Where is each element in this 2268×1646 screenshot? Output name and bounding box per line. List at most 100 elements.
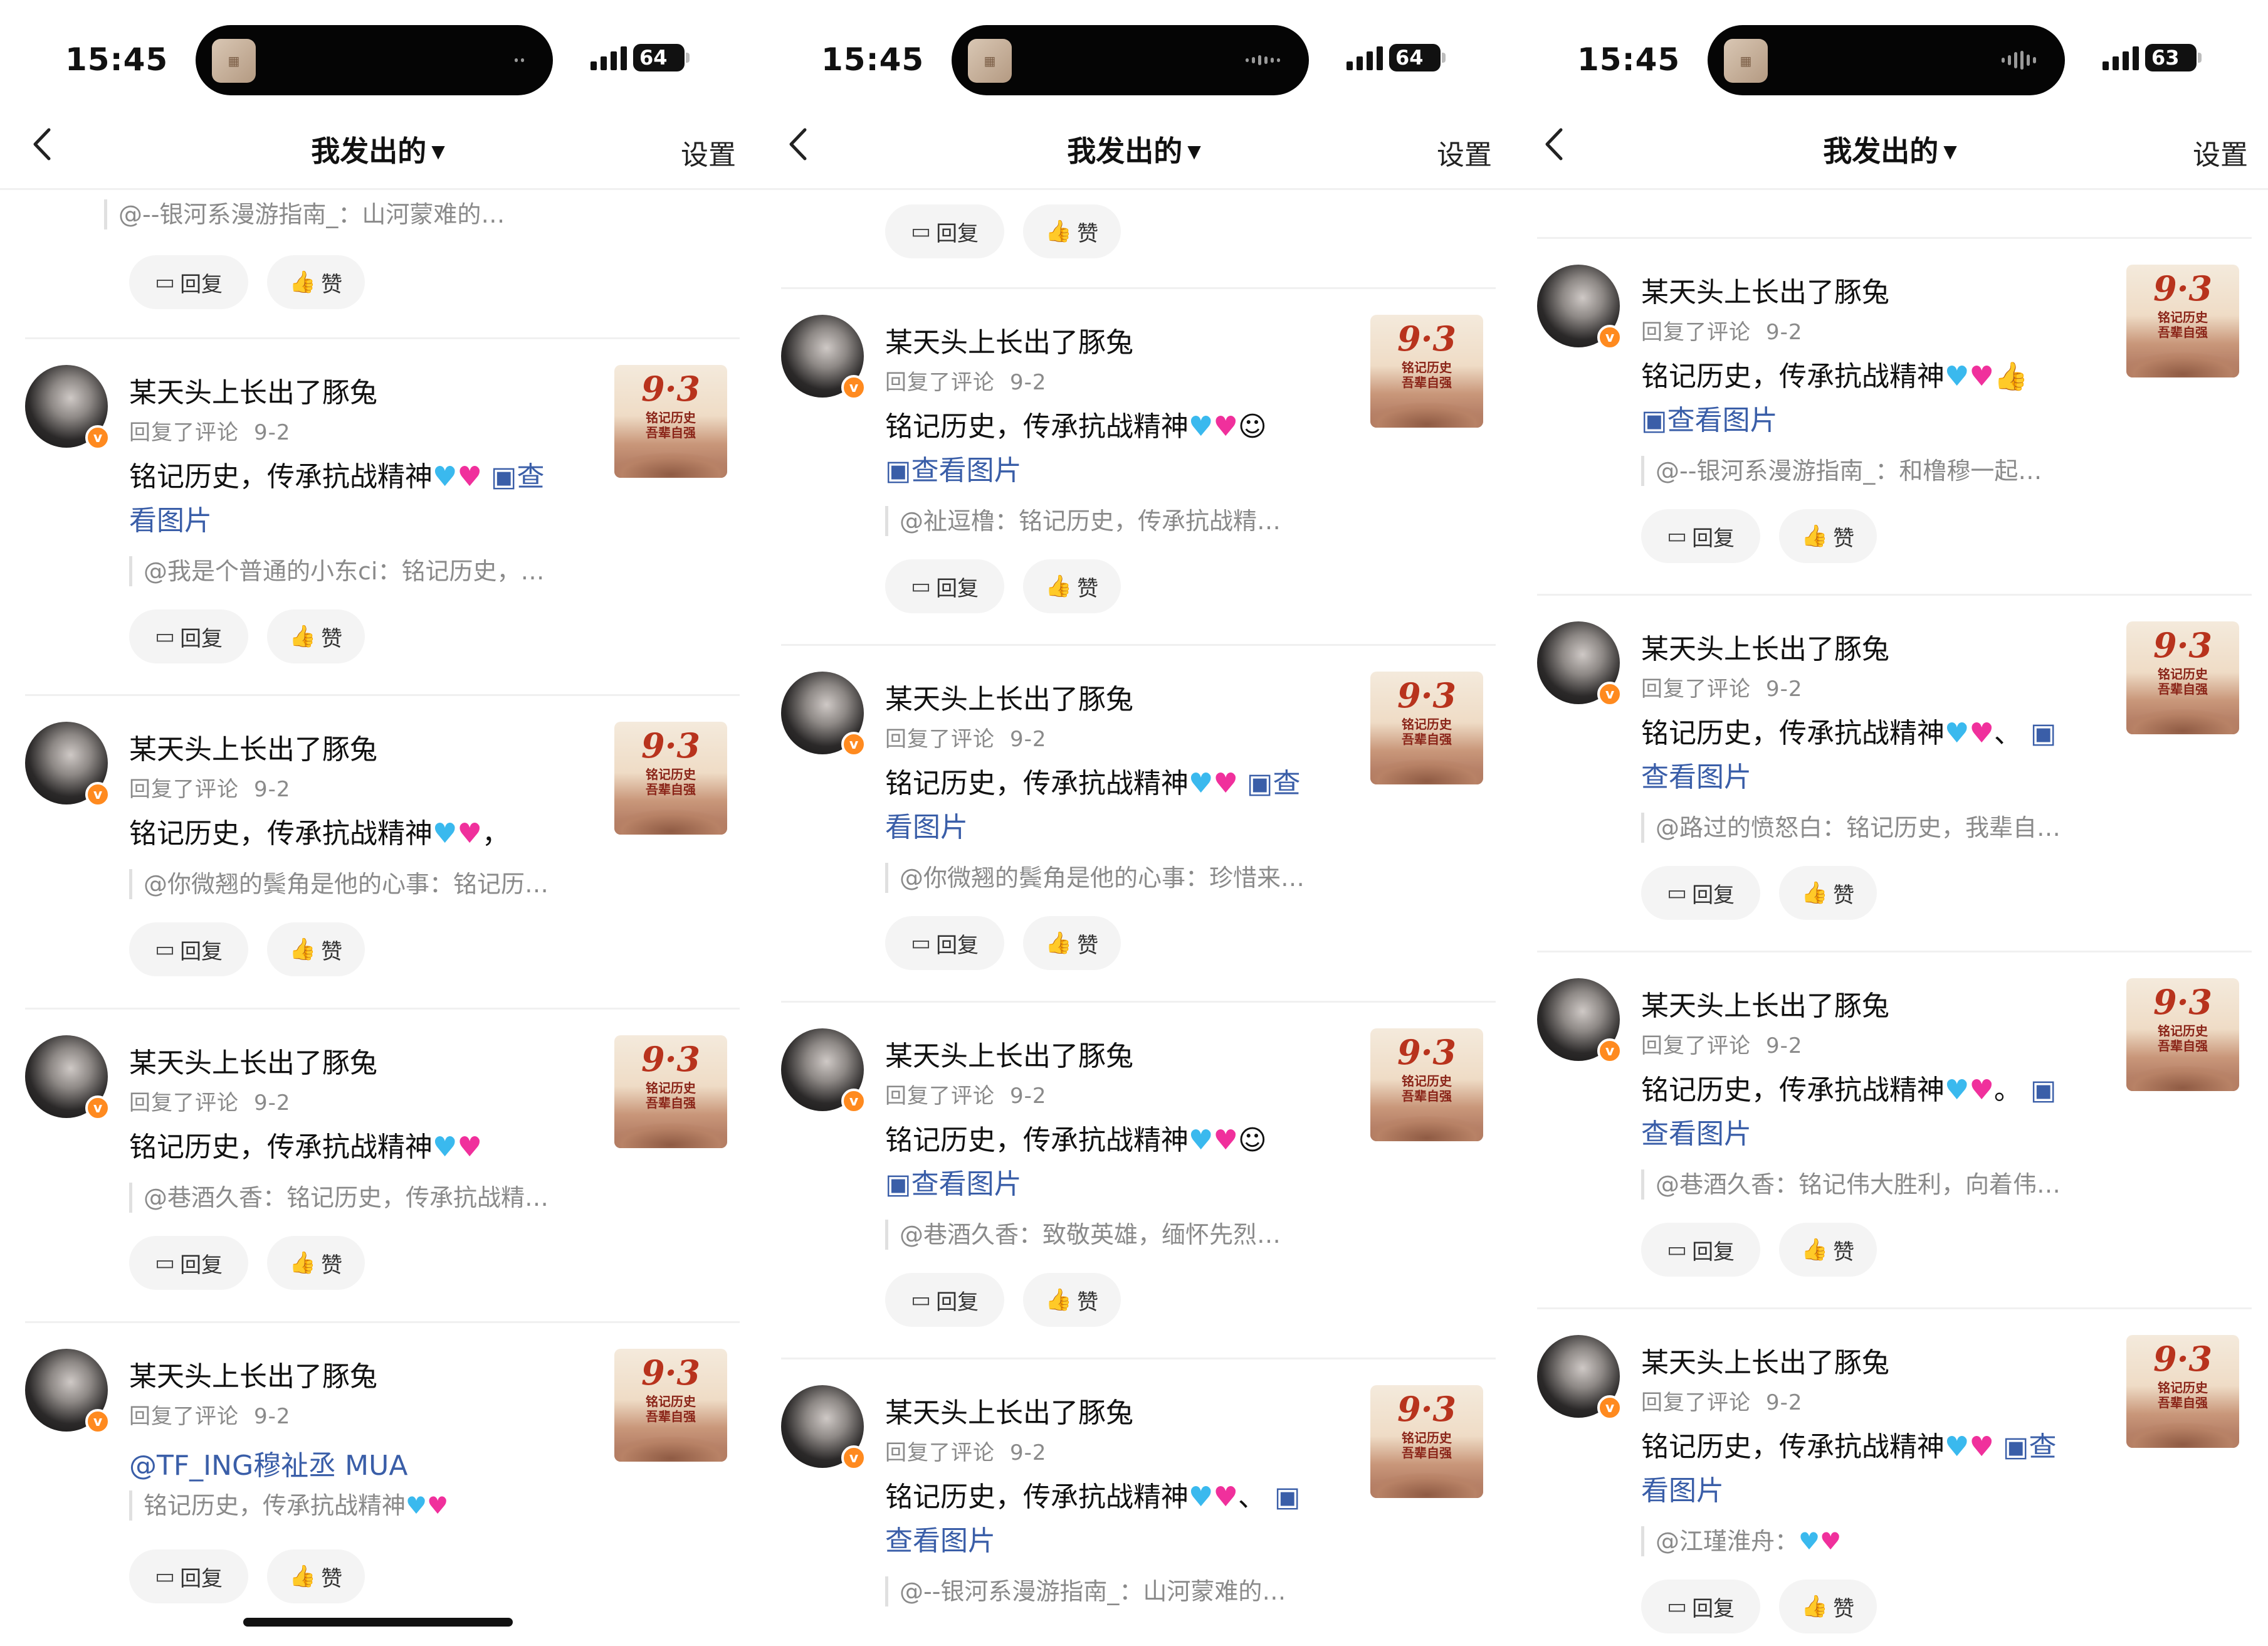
avatar[interactable]: v	[1537, 621, 1622, 707]
user-name[interactable]: 某天头上长出了豚兔	[1641, 626, 1889, 667]
post-thumbnail[interactable]: 9·3 铭记历史 吾辈自强	[1370, 1028, 1483, 1141]
reply-button[interactable]: ▭ 回复	[1641, 866, 1760, 920]
list-item[interactable]: v 某天头上长出了豚兔 回复了评论 9-2 铭记历史，传承抗战精神♥♥、 ▣查看图…	[781, 1385, 1496, 1646]
quoted-comment[interactable]: @--银河系漫游指南_：山河蒙难的…	[885, 1576, 1286, 1606]
user-name[interactable]: 某天头上长出了豚兔	[129, 1354, 377, 1394]
reply-button[interactable]: ▭ 回复	[129, 1236, 248, 1290]
like-button[interactable]: 👍 赞	[1779, 1223, 1877, 1277]
quoted-comment[interactable]: @你微翘的鬓角是他的心事：铭记历…	[129, 869, 549, 899]
user-name[interactable]: 某天头上长出了豚兔	[885, 1033, 1133, 1074]
avatar[interactable]: v	[1537, 978, 1622, 1063]
avatar[interactable]: v	[781, 315, 866, 400]
reply-button[interactable]: ▭ 回复	[885, 916, 1004, 970]
post-thumbnail[interactable]: 9·3 铭记历史 吾辈自强	[1370, 315, 1483, 428]
avatar[interactable]: v	[781, 672, 866, 757]
quoted-comment[interactable]: @你微翘的鬓角是他的心事：珍惜来…	[885, 863, 1305, 893]
avatar[interactable]: v	[1537, 1335, 1622, 1420]
settings-link[interactable]: 设置	[1437, 132, 1492, 172]
post-thumbnail[interactable]: 9·3 铭记历史 吾辈自强	[2126, 1335, 2239, 1448]
post-thumbnail[interactable]: 9·3 铭记历史 吾辈自强	[2126, 978, 2239, 1091]
like-button[interactable]: 👍 赞	[267, 922, 365, 976]
quoted-comment[interactable]: @--银河系漫游指南_：和橹穆一起…	[1641, 456, 2042, 486]
page-title-dropdown[interactable]: 我发出的 ▼	[756, 129, 1512, 170]
reply-button[interactable]: ▭ 回复	[129, 255, 248, 309]
dynamic-island[interactable]: ▦	[952, 25, 1309, 95]
mention-link[interactable]: @TF_ING穆祉丞 MUA	[129, 1443, 407, 1483]
like-button[interactable]: 👍 赞	[1023, 1273, 1121, 1327]
list-item[interactable]: v 某天头上长出了豚兔 回复了评论 9-2 铭记历史，传承抗战精神♥♥👍 ▣查看图片…	[1537, 265, 2252, 597]
list-item[interactable]: v 某天头上长出了豚兔 回复了评论 9-2 铭记历史，传承抗战精神♥♥， @你微翘…	[25, 722, 740, 998]
reply-button[interactable]: ▭ 回复	[885, 1273, 1004, 1327]
like-button[interactable]: 👍 赞	[267, 1549, 365, 1603]
like-button[interactable]: 👍 赞	[1023, 916, 1121, 970]
quoted-comment[interactable]: 铭记历史，传承抗战精神♥♥	[129, 1490, 448, 1521]
avatar[interactable]: v	[781, 1028, 866, 1114]
list-item[interactable]: v 某天头上长出了豚兔 回复了评论 9-2 铭记历史，传承抗战精神♥♥☺ ▣查看图片…	[781, 1028, 1496, 1361]
view-image-link[interactable]: ▣查看图片	[1641, 404, 1778, 436]
quoted-comment[interactable]: @--银河系漫游指南_：山河蒙难的…	[104, 199, 505, 229]
user-name[interactable]: 某天头上长出了豚兔	[1641, 983, 1889, 1023]
avatar[interactable]: v	[1537, 265, 1622, 350]
user-name[interactable]: 某天头上长出了豚兔	[885, 1390, 1133, 1430]
reply-button[interactable]: ▭ 回复	[1641, 1223, 1760, 1277]
list-item[interactable]: v 某天头上长出了豚兔 回复了评论 9-2 铭记历史，传承抗战精神♥♥ ▣查看图片…	[25, 365, 740, 678]
user-name[interactable]: 某天头上长出了豚兔	[129, 727, 377, 767]
like-button[interactable]: 👍 赞	[267, 1236, 365, 1290]
list-item[interactable]: v 某天头上长出了豚兔 回复了评论 9-2 铭记历史，传承抗战精神♥♥、 ▣查看图…	[1537, 621, 2252, 954]
reply-button[interactable]: ▭ 回复	[129, 922, 248, 976]
dynamic-island[interactable]: ▦	[196, 25, 553, 95]
quoted-comment[interactable]: @巷酒久香：铭记伟大胜利，向着伟…	[1641, 1169, 2061, 1200]
post-thumbnail[interactable]: 9·3 铭记历史 吾辈自强	[1370, 1385, 1483, 1498]
like-button[interactable]: 👍 赞	[1779, 1580, 1877, 1633]
reply-button[interactable]: ▭ 回复	[1641, 1580, 1760, 1633]
settings-link[interactable]: 设置	[2193, 132, 2248, 172]
dynamic-island[interactable]: ▦	[1708, 25, 2065, 95]
list-item[interactable]: v 某天头上长出了豚兔 回复了评论 9-2 @TF_ING穆祉丞 MUA 铭记历史…	[25, 1349, 740, 1625]
avatar[interactable]: v	[25, 722, 110, 807]
user-name[interactable]: 某天头上长出了豚兔	[1641, 270, 1889, 310]
settings-link[interactable]: 设置	[681, 132, 736, 172]
page-title-dropdown[interactable]: 我发出的 ▼	[1512, 129, 2268, 170]
reply-button[interactable]: ▭ 回复	[885, 559, 1004, 613]
user-name[interactable]: 某天头上长出了豚兔	[885, 677, 1133, 717]
post-thumbnail[interactable]: 9·3 铭记历史 吾辈自强	[614, 722, 727, 835]
user-name[interactable]: 某天头上长出了豚兔	[129, 370, 377, 410]
reply-button[interactable]: ▭ 回复	[885, 204, 1004, 258]
user-name[interactable]: 某天头上长出了豚兔	[885, 320, 1133, 360]
post-thumbnail[interactable]: 9·3 铭记历史 吾辈自强	[1370, 672, 1483, 784]
quoted-comment[interactable]: @路过的愤怒白：铭记历史，我辈自…	[1641, 813, 2061, 843]
list-item[interactable]: v 某天头上长出了豚兔 回复了评论 9-2 铭记历史，传承抗战精神♥♥ ▣查看图片…	[1537, 1335, 2252, 1646]
like-button[interactable]: 👍 赞	[1779, 509, 1877, 563]
avatar[interactable]: v	[25, 365, 110, 450]
list-item[interactable]: v 某天头上长出了豚兔 回复了评论 9-2 铭记历史，传承抗战精神♥♥ @巷酒久香…	[25, 1035, 740, 1311]
avatar[interactable]: v	[25, 1349, 110, 1434]
quoted-comment[interactable]: @我是个普通的小东ci：铭记历史，…	[129, 556, 544, 586]
reply-button[interactable]: ▭ 回复	[129, 1549, 248, 1603]
user-name[interactable]: 某天头上长出了豚兔	[1641, 1340, 1889, 1380]
list-item[interactable]: v 某天头上长出了豚兔 回复了评论 9-2 铭记历史，传承抗战精神♥♥☺ ▣查看图片…	[781, 315, 1496, 647]
quoted-comment[interactable]: @巷酒久香：致敬英雄，缅怀先烈…	[885, 1220, 1281, 1250]
page-title-dropdown[interactable]: 我发出的 ▼	[0, 129, 756, 170]
home-indicator[interactable]	[243, 1618, 513, 1627]
post-thumbnail[interactable]: 9·3 铭记历史 吾辈自强	[614, 1349, 727, 1462]
like-button[interactable]: 👍 赞	[1023, 204, 1121, 258]
post-thumbnail[interactable]: 9·3 铭记历史 吾辈自强	[2126, 621, 2239, 734]
like-button[interactable]: 👍 赞	[267, 255, 365, 309]
user-name[interactable]: 某天头上长出了豚兔	[129, 1040, 377, 1080]
list-item[interactable]: v 某天头上长出了豚兔 回复了评论 9-2 铭记历史，传承抗战精神♥♥。 ▣查看图…	[1537, 978, 2252, 1311]
avatar[interactable]: v	[781, 1385, 866, 1470]
post-thumbnail[interactable]: 9·3 铭记历史 吾辈自强	[614, 1035, 727, 1148]
post-thumbnail[interactable]: 9·3 铭记历史 吾辈自强	[2126, 265, 2239, 377]
view-image-link[interactable]: ▣查看图片	[885, 455, 1022, 487]
reply-button[interactable]: ▭ 回复	[129, 609, 248, 663]
post-thumbnail[interactable]: 9·3 铭记历史 吾辈自强	[614, 365, 727, 478]
reply-button[interactable]: ▭ 回复	[1641, 509, 1760, 563]
quoted-comment[interactable]: @江瑾淮舟：♥♥	[1641, 1526, 1841, 1556]
like-button[interactable]: 👍 赞	[1023, 559, 1121, 613]
list-item[interactable]: v 某天头上长出了豚兔 回复了评论 9-2 铭记历史，传承抗战精神♥♥ ▣查看图片…	[781, 672, 1496, 1004]
avatar[interactable]: v	[25, 1035, 110, 1121]
view-image-link[interactable]: ▣查看图片	[885, 1168, 1022, 1200]
like-button[interactable]: 👍 赞	[267, 609, 365, 663]
quoted-comment[interactable]: @巷酒久香：铭记历史，传承抗战精…	[129, 1183, 549, 1213]
like-button[interactable]: 👍 赞	[1779, 866, 1877, 920]
